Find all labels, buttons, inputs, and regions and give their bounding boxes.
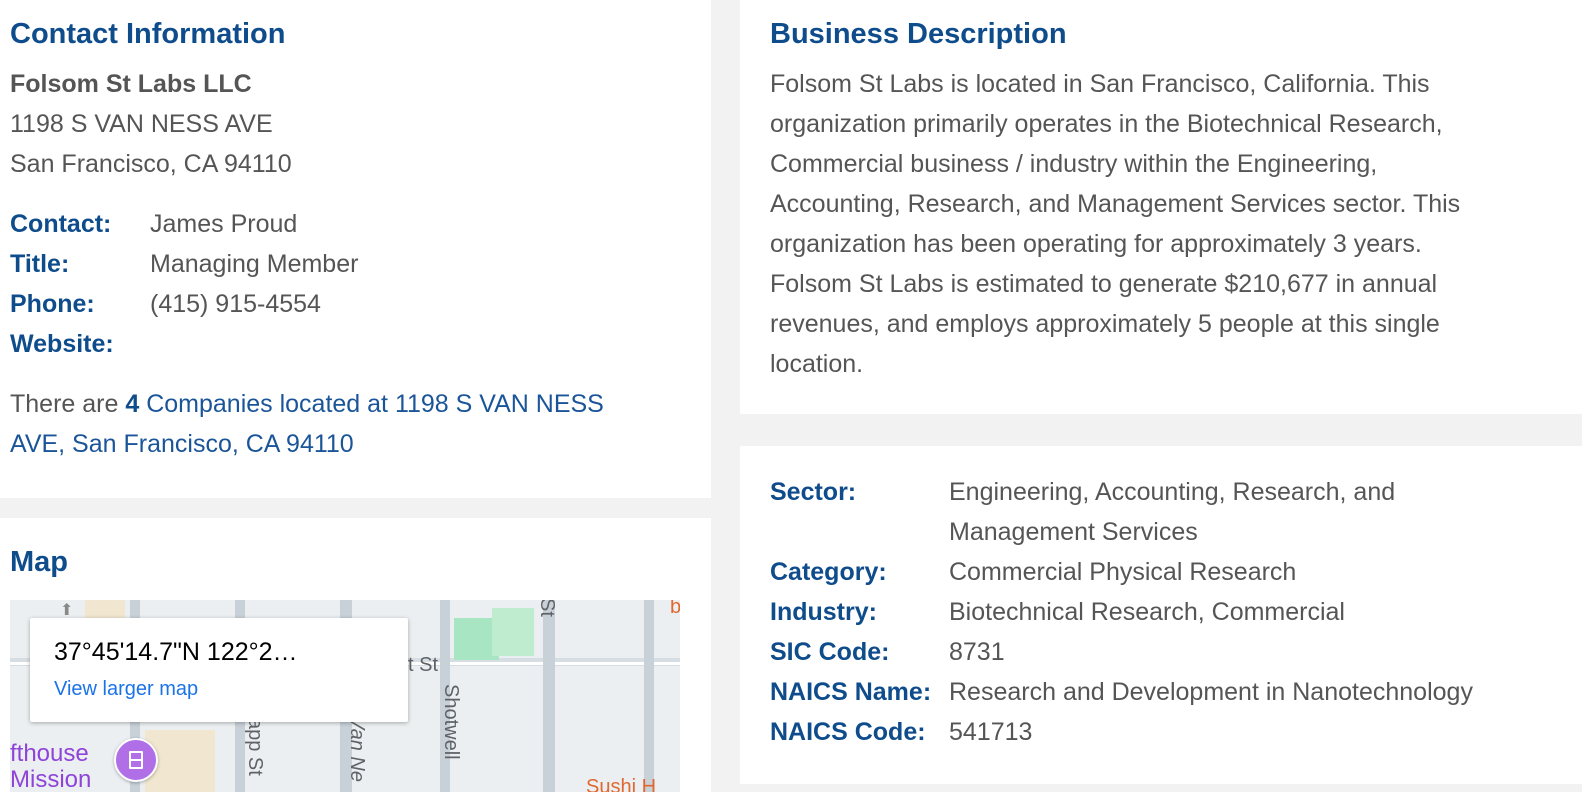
map-label-app-st: app St (243, 718, 266, 776)
map-coordinates: 37°45'14.7"N 122°2… (54, 638, 298, 667)
map-pin-icon[interactable] (114, 738, 158, 782)
description-line: organization primarily operates in the B… (770, 104, 1570, 144)
naics-name-label: NAICS Name: (770, 672, 931, 712)
sector-value-cont: Management Services (949, 512, 1198, 552)
companies-count: 4 (125, 390, 139, 418)
companies-link[interactable]: Companies located at 1198 S VAN NESS (139, 390, 604, 418)
contact-value: James Proud (150, 204, 297, 244)
contact-heading: Contact Information (10, 18, 286, 51)
map-road (543, 600, 555, 792)
description-line: location. (770, 344, 1570, 384)
map-label-st: St (535, 600, 558, 617)
contact-fields: Contact: James Proud Title: Managing Mem… (10, 204, 610, 364)
contact-panel: Contact Information Folsom St Labs LLC 1… (0, 0, 711, 498)
industry-value: Biotechnical Research, Commercial (949, 592, 1345, 632)
map-info-card: 37°45'14.7"N 122°2… View larger map (30, 618, 408, 722)
industry-label: Industry: (770, 592, 877, 632)
sector-value: Engineering, Accounting, Research, and (949, 472, 1395, 512)
map-road (644, 600, 654, 792)
naics-code-value: 541713 (949, 712, 1032, 752)
title-value: Managing Member (150, 244, 358, 284)
map-label-sushi: Sushi H (586, 776, 656, 792)
business-panel: Business Description Folsom St Labs is l… (740, 0, 1582, 414)
business-heading: Business Description (770, 18, 1067, 51)
map-park (492, 608, 534, 656)
film-icon (116, 740, 156, 780)
description-line: organization has been operating for appr… (770, 224, 1570, 264)
companies-prefix: There are (10, 390, 125, 418)
map-block (85, 600, 125, 620)
description-line: Accounting, Research, and Management Ser… (770, 184, 1570, 224)
description-line: revenues, and employs approximately 5 pe… (770, 304, 1570, 344)
sector-label: Sector: (770, 472, 856, 512)
address-line1: 1198 S VAN NESS AVE (10, 104, 273, 144)
map-label-t-st: t St (408, 654, 438, 677)
arrow-up-icon: ⬆ (60, 600, 73, 620)
map-heading: Map (10, 546, 68, 579)
website-label: Website: (10, 324, 114, 364)
classification-panel: Sector: Engineering, Accounting, Researc… (740, 446, 1582, 784)
classification-fields: Sector: Engineering, Accounting, Researc… (770, 472, 1570, 772)
map-label-mission: Mission (10, 766, 91, 792)
map-label-b: b (670, 600, 680, 619)
phone-value[interactable]: (415) 915-4554 (150, 284, 321, 324)
description-line: Folsom St Labs is located in San Francis… (770, 64, 1570, 104)
map-label-fthouse: fthouse (10, 740, 89, 768)
sic-value: 8731 (949, 632, 1005, 672)
title-label: Title: (10, 244, 69, 284)
companies-link-cont[interactable]: AVE, San Francisco, CA 94110 (10, 430, 354, 458)
business-description: Folsom St Labs is located in San Francis… (770, 64, 1570, 384)
sic-label: SIC Code: (770, 632, 889, 672)
view-larger-map-link[interactable]: View larger map (54, 678, 198, 701)
description-line: Folsom St Labs is estimated to generate … (770, 264, 1570, 304)
naics-name-value: Research and Development in Nanotechnolo… (949, 672, 1473, 712)
companies-at-address: There are 4 Companies located at 1198 S … (10, 384, 690, 464)
category-value: Commercial Physical Research (949, 552, 1296, 592)
company-name: Folsom St Labs LLC (10, 64, 252, 104)
map-label-van-ness: Van Ne (345, 716, 368, 782)
category-label: Category: (770, 552, 887, 592)
naics-code-label: NAICS Code: (770, 712, 926, 752)
address-line2: San Francisco, CA 94110 (10, 144, 292, 184)
contact-label: Contact: (10, 204, 111, 244)
description-line: Commercial business / industry within th… (770, 144, 1570, 184)
phone-label: Phone: (10, 284, 95, 324)
map-canvas[interactable]: St t St Shotwell Van Ne app St Sushi H b… (10, 600, 680, 792)
map-label-shotwell: Shotwell (439, 684, 462, 760)
